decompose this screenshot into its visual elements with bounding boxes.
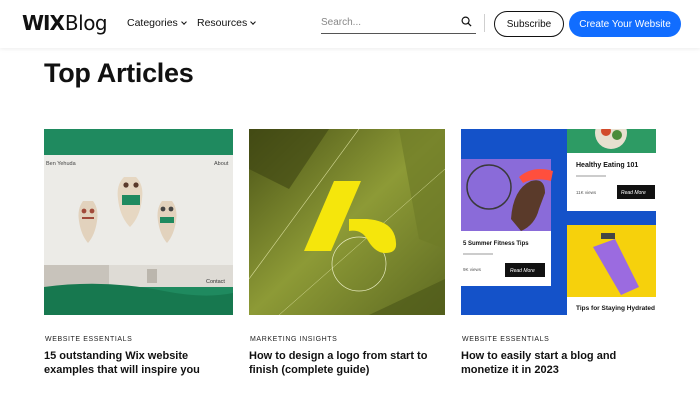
wix-blog-logo[interactable]: WIX Blog (22, 11, 108, 35)
chevron-down-icon (180, 18, 187, 25)
create-website-button[interactable]: Create Your Website (569, 11, 681, 37)
article-thumbnail[interactable]: Ben Yehuda About Contact (44, 129, 233, 315)
article-category[interactable]: Website Essentials (44, 336, 233, 343)
thumb-card-a-views: 11K views (576, 190, 597, 195)
thumb-left-label: Ben Yehuda (46, 161, 77, 167)
site-header: WIX Blog Categories Resources Subscribe … (0, 0, 700, 48)
thumb-card-a-title: Healthy Eating 101 (576, 162, 638, 169)
article-title[interactable]: 15 outstanding Wix website examples that… (44, 349, 233, 377)
logo-design-image (249, 129, 445, 315)
logo-wix-text: WIX (22, 11, 65, 35)
article-category[interactable]: Website Essentials (461, 336, 656, 343)
nav-categories[interactable]: Categories (127, 17, 187, 29)
header-divider (484, 14, 485, 32)
logo-blog-text: Blog (64, 11, 108, 35)
article-card[interactable]: Healthy Eating 101 11K views Read More 5… (461, 129, 656, 377)
search-box (321, 12, 476, 34)
thumb-card-b-views: 9K views (463, 267, 482, 272)
nav-resources-label: Resources (197, 17, 248, 29)
thumb-card-c-title: Tips for Staying Hydrated (576, 305, 655, 312)
thumb-right-label: About (214, 161, 229, 167)
subscribe-button[interactable]: Subscribe (494, 11, 564, 37)
nav-categories-label: Categories (127, 17, 178, 29)
nav-resources[interactable]: Resources (197, 17, 257, 29)
search-input[interactable] (321, 12, 451, 33)
blog-mockup-image: Healthy Eating 101 11K views Read More 5… (461, 129, 656, 315)
page-title: Top Articles (44, 58, 194, 88)
article-category[interactable]: Marketing Insights (249, 336, 445, 343)
chevron-down-icon (250, 18, 257, 25)
article-card[interactable]: Ben Yehuda About Contact Website Essenti… (44, 129, 233, 377)
website-mockup-image: Ben Yehuda About Contact (44, 129, 233, 315)
search-icon[interactable] (461, 16, 472, 27)
article-title[interactable]: How to easily start a blog and monetize … (461, 349, 656, 377)
article-title[interactable]: How to design a logo from start to finis… (249, 349, 445, 377)
thumb-bottom-right-label: Contact (206, 279, 225, 285)
thumb-card-b-title: 5 Summer Fitness Tips (463, 241, 529, 247)
article-thumbnail[interactable] (249, 129, 445, 315)
article-thumbnail[interactable]: Healthy Eating 101 11K views Read More 5… (461, 129, 656, 315)
article-card[interactable]: Marketing Insights How to design a logo … (249, 129, 445, 377)
thumb-card-b-button: Read More (510, 268, 535, 274)
thumb-card-a-button: Read More (621, 190, 646, 196)
